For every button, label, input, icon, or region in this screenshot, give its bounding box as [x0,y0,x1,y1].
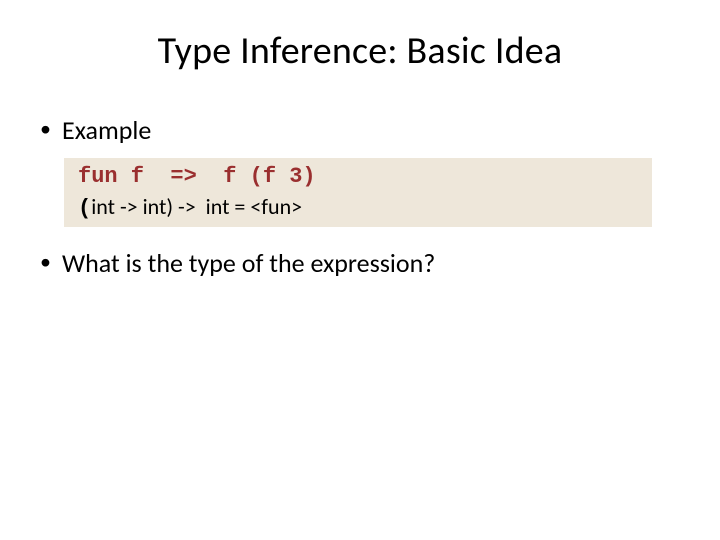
bullet-question-text: What is the type of the expression? [62,247,435,279]
code-line-2-paren: ( [78,196,91,221]
code-line-2-rest: int -> int) -> int = <fun> [91,193,302,220]
code-line-1: fun f => f (f 3) [78,162,642,192]
bullet-list: Example [36,114,690,146]
code-block: fun f => f (f 3) (int -> int) -> int = <… [64,158,652,227]
slide: Type Inference: Basic Idea Example fun f… [0,0,720,540]
bullet-example: Example [36,114,690,146]
bullet-list-2: What is the type of the expression? [36,247,690,279]
slide-title: Type Inference: Basic Idea [30,28,690,74]
bullet-example-text: Example [62,114,151,146]
code-line-2: (int -> int) -> int = <fun> [78,192,642,224]
bullet-question: What is the type of the expression? [36,247,690,279]
